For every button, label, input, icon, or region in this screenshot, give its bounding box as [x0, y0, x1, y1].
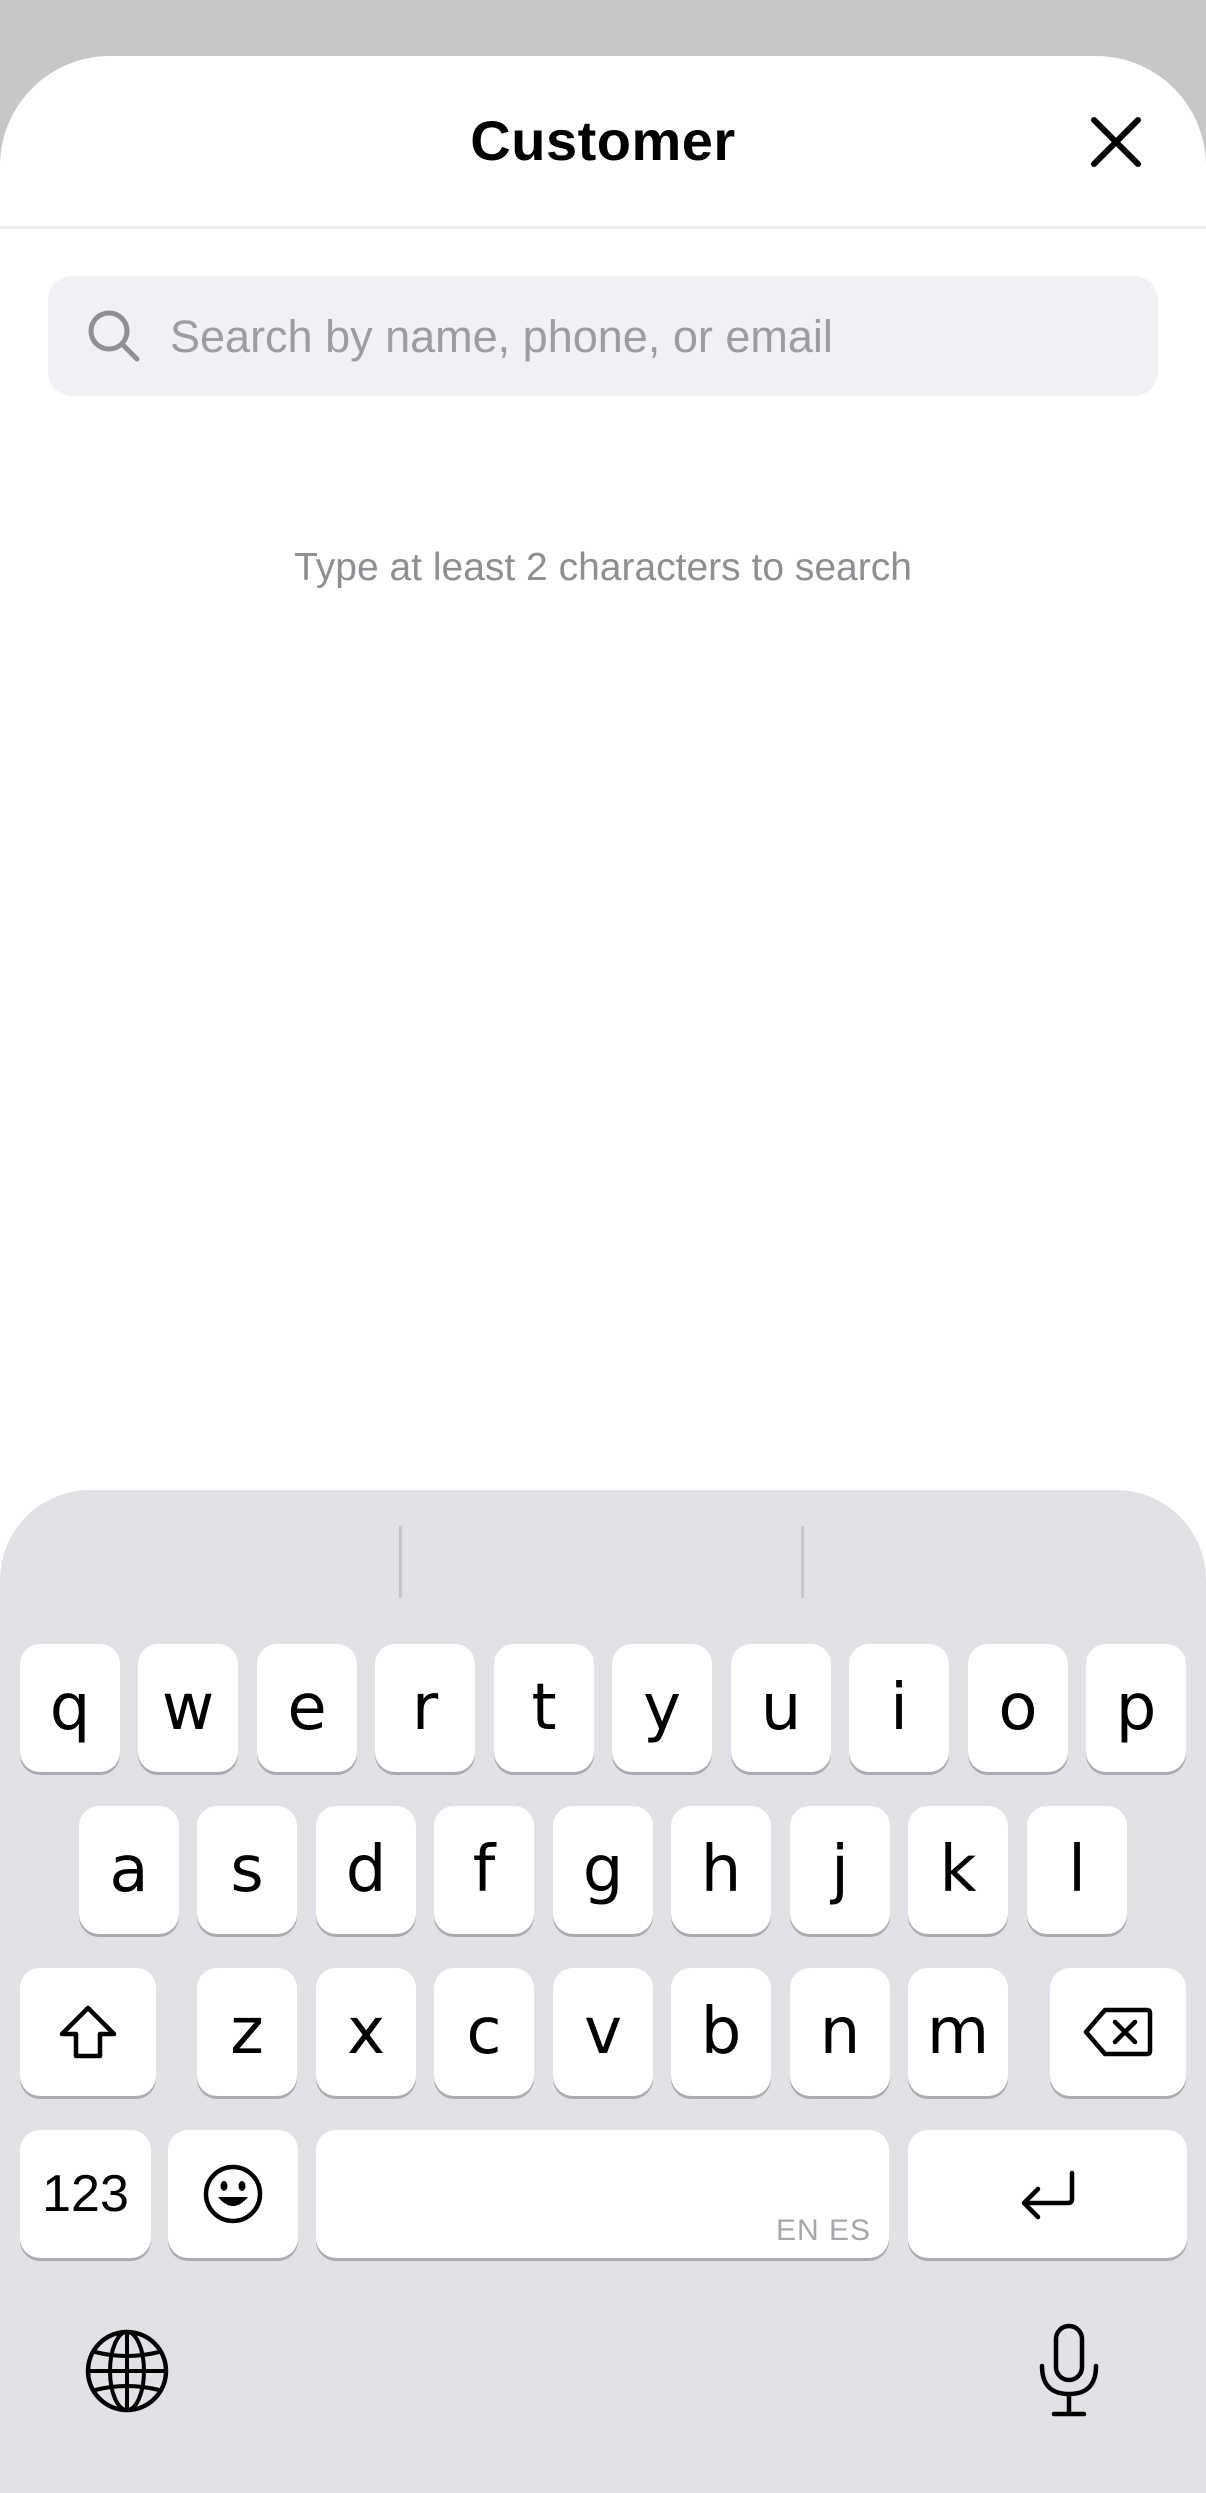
key-w[interactable]: w: [138, 1644, 238, 1772]
return-icon: [1021, 2170, 1074, 2220]
key-o[interactable]: o: [968, 1644, 1068, 1772]
key-e[interactable]: e: [257, 1644, 357, 1772]
search-hint: Type at least 2 characters to search: [294, 546, 912, 589]
sheet-header: Customer: [0, 56, 1206, 229]
globe-button[interactable]: [82, 2326, 172, 2426]
key-c[interactable]: c: [434, 1968, 534, 2096]
search-bar[interactable]: [48, 276, 1158, 398]
key-u[interactable]: u: [731, 1644, 831, 1772]
microphone-button[interactable]: [1034, 2322, 1124, 2422]
key-f[interactable]: f: [434, 1806, 534, 1934]
key-q[interactable]: q: [20, 1644, 120, 1772]
key-x[interactable]: x: [316, 1968, 416, 2096]
numbers-key[interactable]: 123: [20, 2130, 151, 2258]
search-input[interactable]: [168, 276, 1132, 398]
search-icon: [88, 310, 140, 362]
shift-icon: [59, 2005, 117, 2059]
suggestion-divider: [399, 1526, 402, 1598]
key-t[interactable]: t: [494, 1644, 594, 1772]
emoji-key[interactable]: [168, 2130, 298, 2258]
key-h[interactable]: h: [671, 1806, 771, 1934]
key-s[interactable]: s: [197, 1806, 297, 1934]
backspace-icon: [1083, 2007, 1153, 2057]
key-j[interactable]: j: [790, 1806, 890, 1934]
suggestion-divider: [801, 1526, 804, 1598]
key-a[interactable]: a: [79, 1806, 179, 1934]
microphone-icon: [1039, 2323, 1099, 2417]
close-button[interactable]: [1086, 112, 1146, 172]
key-p[interactable]: p: [1086, 1644, 1186, 1772]
key-g[interactable]: g: [553, 1806, 653, 1934]
return-key[interactable]: [908, 2130, 1187, 2258]
emoji-icon: [203, 2164, 263, 2224]
keyboard: q w e r t y u i o p a s d f g h j k l z …: [0, 1490, 1206, 2493]
key-l[interactable]: l: [1027, 1806, 1127, 1934]
key-r[interactable]: r: [375, 1644, 475, 1772]
key-y[interactable]: y: [612, 1644, 712, 1772]
key-m[interactable]: m: [908, 1968, 1008, 2096]
language-label: EN ES: [775, 2214, 871, 2247]
key-i[interactable]: i: [849, 1644, 949, 1772]
key-z[interactable]: z: [197, 1968, 297, 2096]
key-k[interactable]: k: [908, 1806, 1008, 1934]
globe-icon: [85, 2329, 169, 2413]
delete-key[interactable]: [1050, 1968, 1186, 2096]
page-title: Customer: [470, 109, 736, 172]
space-key[interactable]: EN ES: [316, 2130, 889, 2258]
key-v[interactable]: v: [553, 1968, 653, 2096]
key-n[interactable]: n: [790, 1968, 890, 2096]
key-d[interactable]: d: [316, 1806, 416, 1934]
key-b[interactable]: b: [671, 1968, 771, 2096]
close-icon: [1091, 117, 1141, 167]
shift-key[interactable]: [20, 1968, 156, 2096]
